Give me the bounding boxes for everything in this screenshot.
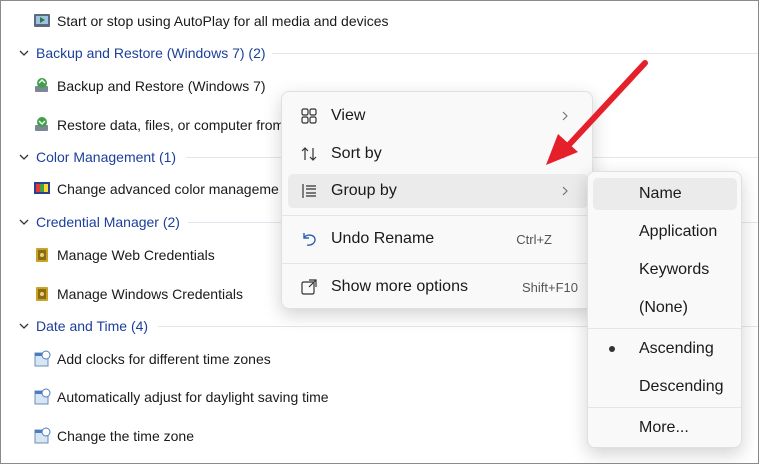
submenu-separator bbox=[588, 407, 741, 408]
task-add-clocks[interactable]: Add clocks for different time zones bbox=[33, 349, 271, 369]
group-header-credential-manager[interactable]: Credential Manager (2) bbox=[18, 212, 180, 232]
chevron-down-icon bbox=[19, 219, 29, 225]
calendar-clock-icon bbox=[34, 427, 51, 444]
undo-icon bbox=[303, 233, 316, 246]
task-backup-restore[interactable]: Backup and Restore (Windows 7) bbox=[33, 76, 266, 96]
menu-item-show-more-options[interactable]: Show more options Shift+F10 bbox=[288, 270, 588, 304]
task-manage-web-credentials[interactable]: Manage Web Credentials bbox=[33, 245, 215, 265]
submenu-item-more[interactable]: More... bbox=[593, 412, 737, 444]
color-management-icon bbox=[34, 182, 50, 194]
chevron-right-icon bbox=[562, 149, 568, 159]
group-by-submenu: Name Application Keywords (None) Ascendi… bbox=[587, 171, 742, 448]
task-daylight-saving[interactable]: Automatically adjust for daylight saving… bbox=[33, 387, 329, 407]
submenu-item-keywords[interactable]: Keywords bbox=[593, 254, 737, 286]
task-color-management[interactable]: Change advanced color manageme bbox=[33, 179, 279, 199]
task-autoplay[interactable]: Start or stop using AutoPlay for all med… bbox=[33, 11, 389, 31]
menu-item-undo-rename[interactable]: Undo Rename Ctrl+Z bbox=[288, 222, 588, 256]
group-header-backup-restore[interactable]: Backup and Restore (Windows 7) (2) bbox=[18, 43, 266, 63]
chevron-down-icon bbox=[19, 323, 29, 329]
chevron-right-icon bbox=[562, 111, 568, 121]
group-by-icon bbox=[302, 184, 316, 198]
submenu-item-descending[interactable]: Descending bbox=[593, 371, 737, 403]
grid-icon bbox=[301, 108, 317, 124]
chevron-down-icon bbox=[19, 154, 29, 160]
menu-separator bbox=[282, 215, 592, 216]
group-divider bbox=[272, 53, 758, 54]
group-header-color-management[interactable]: Color Management (1) bbox=[18, 147, 176, 167]
selected-radio-dot-icon bbox=[609, 346, 615, 352]
task-change-time-zone[interactable]: Change the time zone bbox=[33, 426, 194, 446]
submenu-separator bbox=[588, 328, 741, 329]
backup-icon bbox=[35, 78, 48, 92]
sort-icon bbox=[301, 147, 317, 161]
credential-vault-icon bbox=[36, 287, 48, 301]
submenu-item-name[interactable]: Name bbox=[593, 178, 737, 210]
menu-item-sort-by[interactable]: Sort by bbox=[288, 137, 588, 171]
group-header-date-time[interactable]: Date and Time (4) bbox=[18, 316, 148, 336]
task-manage-windows-credentials[interactable]: Manage Windows Credentials bbox=[33, 284, 243, 304]
credential-vault-icon bbox=[36, 248, 48, 262]
menu-separator bbox=[282, 263, 592, 264]
context-menu: View Sort by Group by Undo Rename Ctrl+Z… bbox=[281, 91, 593, 309]
calendar-clock-icon bbox=[34, 388, 51, 405]
autoplay-icon bbox=[34, 14, 50, 27]
submenu-item-none[interactable]: (None) bbox=[593, 292, 737, 324]
submenu-item-ascending[interactable]: Ascending bbox=[593, 333, 737, 365]
chevron-right-icon bbox=[562, 186, 568, 196]
calendar-clock-icon bbox=[34, 350, 51, 367]
chevron-down-icon bbox=[19, 50, 29, 56]
submenu-item-application[interactable]: Application bbox=[593, 216, 737, 248]
task-restore-data[interactable]: Restore data, files, or computer from bbox=[33, 115, 284, 135]
menu-item-view[interactable]: View bbox=[288, 99, 588, 133]
menu-item-group-by[interactable]: Group by bbox=[288, 174, 588, 208]
show-more-icon bbox=[301, 279, 317, 295]
restore-icon bbox=[35, 117, 48, 131]
